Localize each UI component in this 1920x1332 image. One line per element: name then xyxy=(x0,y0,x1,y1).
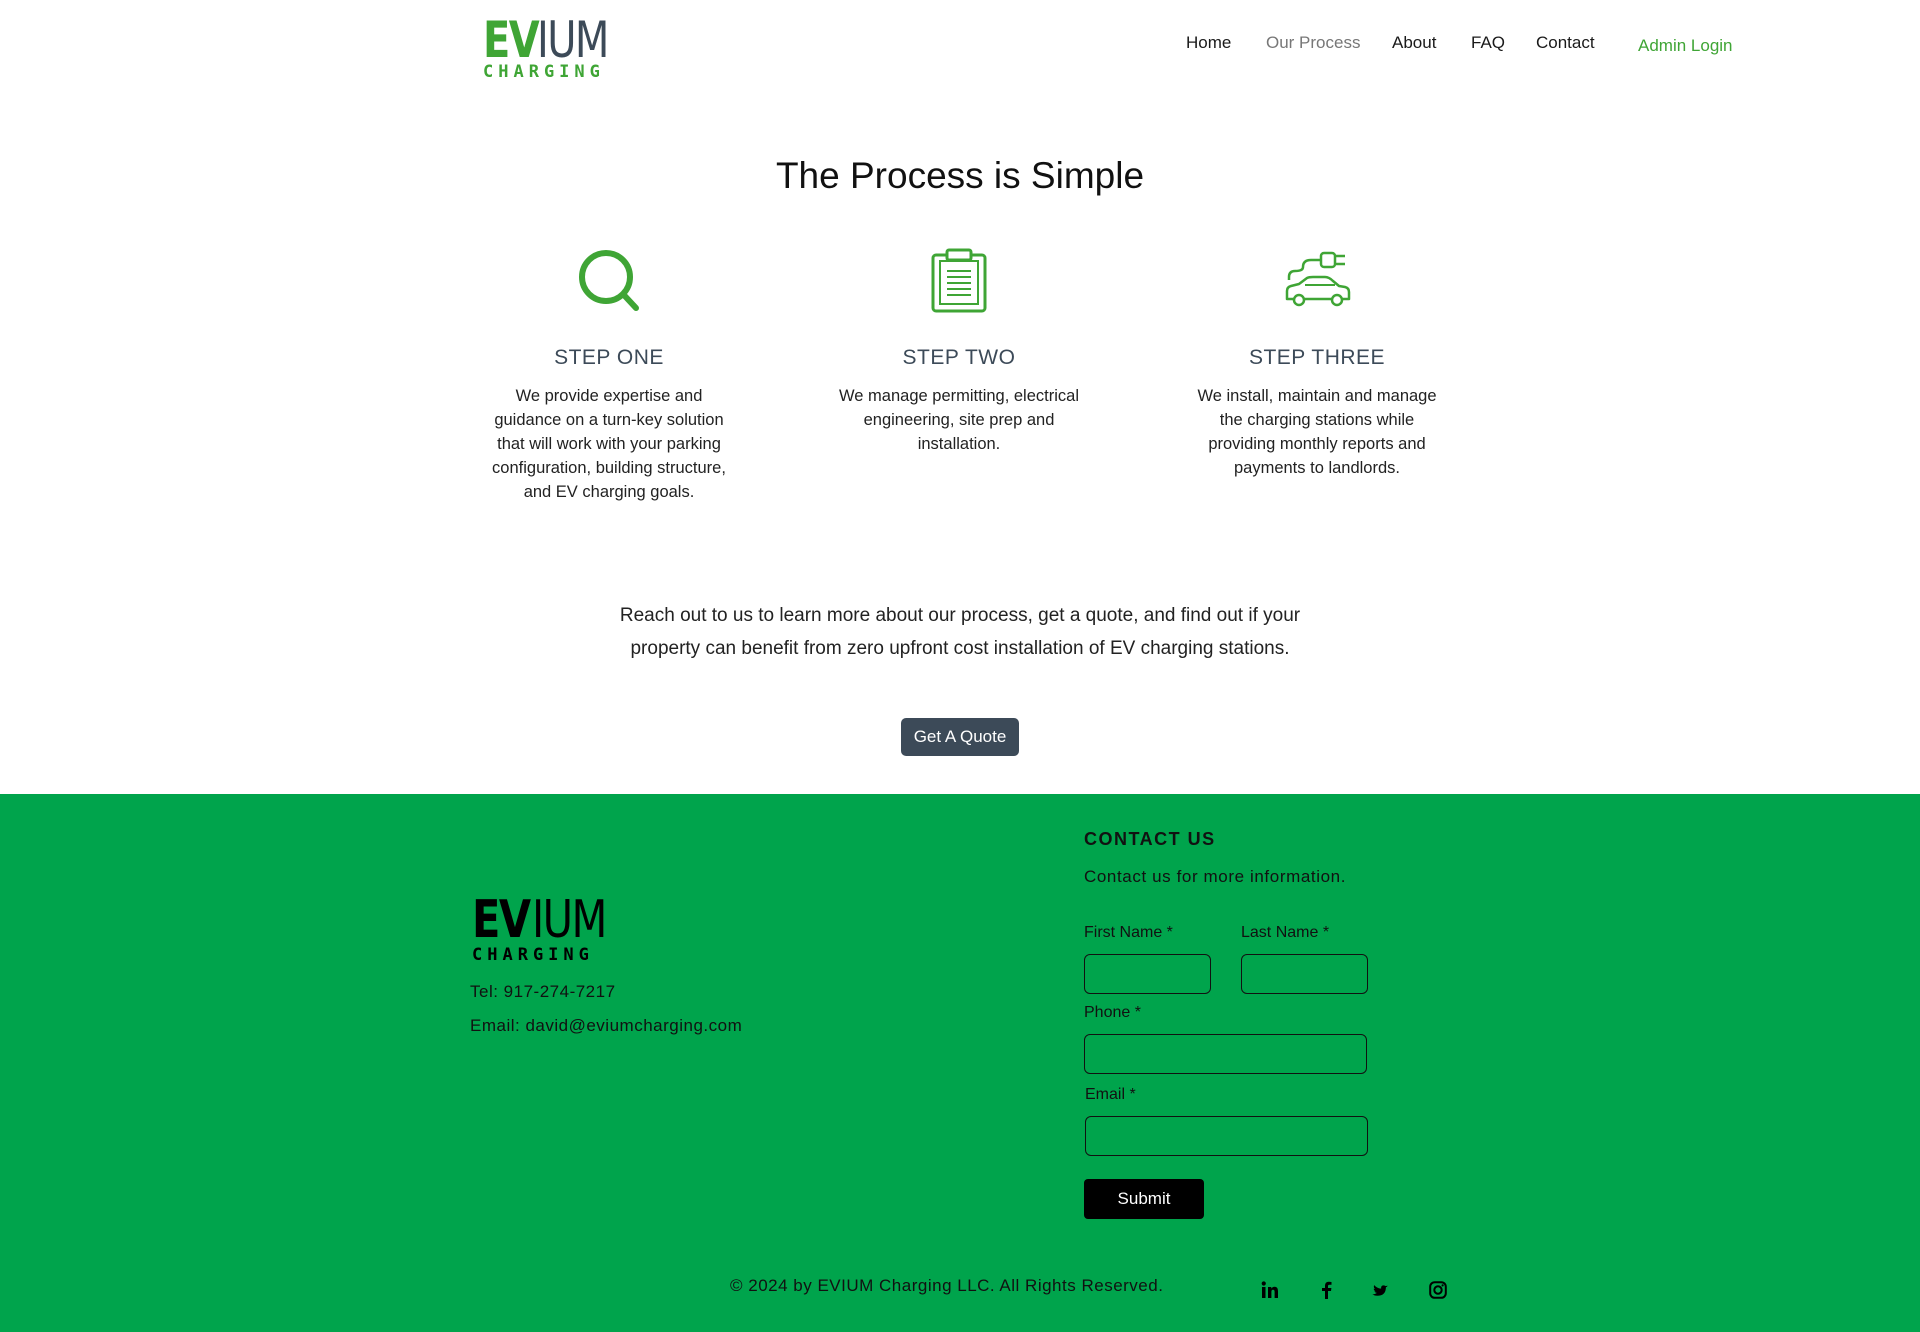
step-title: STEP TWO xyxy=(902,346,1016,369)
step-two: STEP TWO We manage permitting, electrica… xyxy=(839,240,1079,456)
twitter-icon[interactable] xyxy=(1370,1278,1394,1302)
evium-logo[interactable]: EV IUM CHARGING xyxy=(483,13,623,83)
copyright-text: © 2024 by EVIUM Charging LLC. All Rights… xyxy=(730,1276,1164,1295)
logo-ium: IUM xyxy=(537,11,609,69)
submit-button[interactable]: Submit xyxy=(1084,1179,1204,1219)
contact-title: CONTACT US xyxy=(1084,829,1216,849)
linkedin-icon[interactable] xyxy=(1258,1278,1282,1302)
clipboard-icon xyxy=(839,240,1079,320)
ev-car-plug-icon xyxy=(1197,240,1437,320)
facebook-icon[interactable] xyxy=(1314,1278,1338,1302)
search-icon xyxy=(489,240,729,320)
email-label: Email * xyxy=(1085,1086,1136,1103)
get-a-quote-button[interactable]: Get A Quote xyxy=(901,718,1019,756)
phone-label: Phone * xyxy=(1084,1004,1141,1021)
instagram-icon[interactable] xyxy=(1426,1278,1450,1302)
step-title: STEP THREE xyxy=(1248,346,1386,369)
site-header: EV IUM CHARGING Home Our Process About FA… xyxy=(0,0,1920,100)
first-name-label: First Name * xyxy=(1084,924,1173,941)
step-text: We install, maintain and manage the char… xyxy=(1197,387,1437,477)
footer-logo: EV IUM CHARGING xyxy=(472,894,624,964)
nav-our-process[interactable]: Our Process xyxy=(1266,33,1360,53)
admin-login-link[interactable]: Admin Login xyxy=(1638,36,1733,56)
step-text: We provide expertise and guidance on a t… xyxy=(492,387,726,501)
footer-phone: Tel: 917-274-7217 xyxy=(470,982,616,1001)
site-footer: EV IUM CHARGING Tel: 917-274-7217 Email: … xyxy=(0,794,1920,1332)
step-text: We manage permitting, electrical enginee… xyxy=(839,387,1079,453)
logo-ev: EV xyxy=(483,11,540,69)
page-title: The Process is Simple xyxy=(775,155,1145,196)
email-input[interactable] xyxy=(1085,1116,1368,1156)
first-name-input[interactable] xyxy=(1084,954,1211,994)
step-one: STEP ONE We provide expertise and guidan… xyxy=(489,240,729,504)
contact-subtitle: Contact us for more information. xyxy=(1084,867,1347,886)
nav-contact[interactable]: Contact xyxy=(1536,33,1595,53)
phone-input[interactable] xyxy=(1084,1034,1367,1074)
last-name-label: Last Name * xyxy=(1241,924,1330,941)
footer-email[interactable]: Email: david@eviumcharging.com xyxy=(470,1016,742,1036)
footer-logo-ev: EV xyxy=(472,890,531,950)
last-name-input[interactable] xyxy=(1241,954,1368,994)
reach-out-text: Reach out to us to learn more about our … xyxy=(619,605,1301,659)
nav-about[interactable]: About xyxy=(1392,33,1436,53)
nav-home[interactable]: Home xyxy=(1186,33,1231,53)
step-three: STEP THREE We install, maintain and mana… xyxy=(1197,240,1437,480)
step-title: STEP ONE xyxy=(554,346,664,369)
nav-faq[interactable]: FAQ xyxy=(1471,33,1505,53)
footer-logo-ium: IUM xyxy=(532,890,607,950)
